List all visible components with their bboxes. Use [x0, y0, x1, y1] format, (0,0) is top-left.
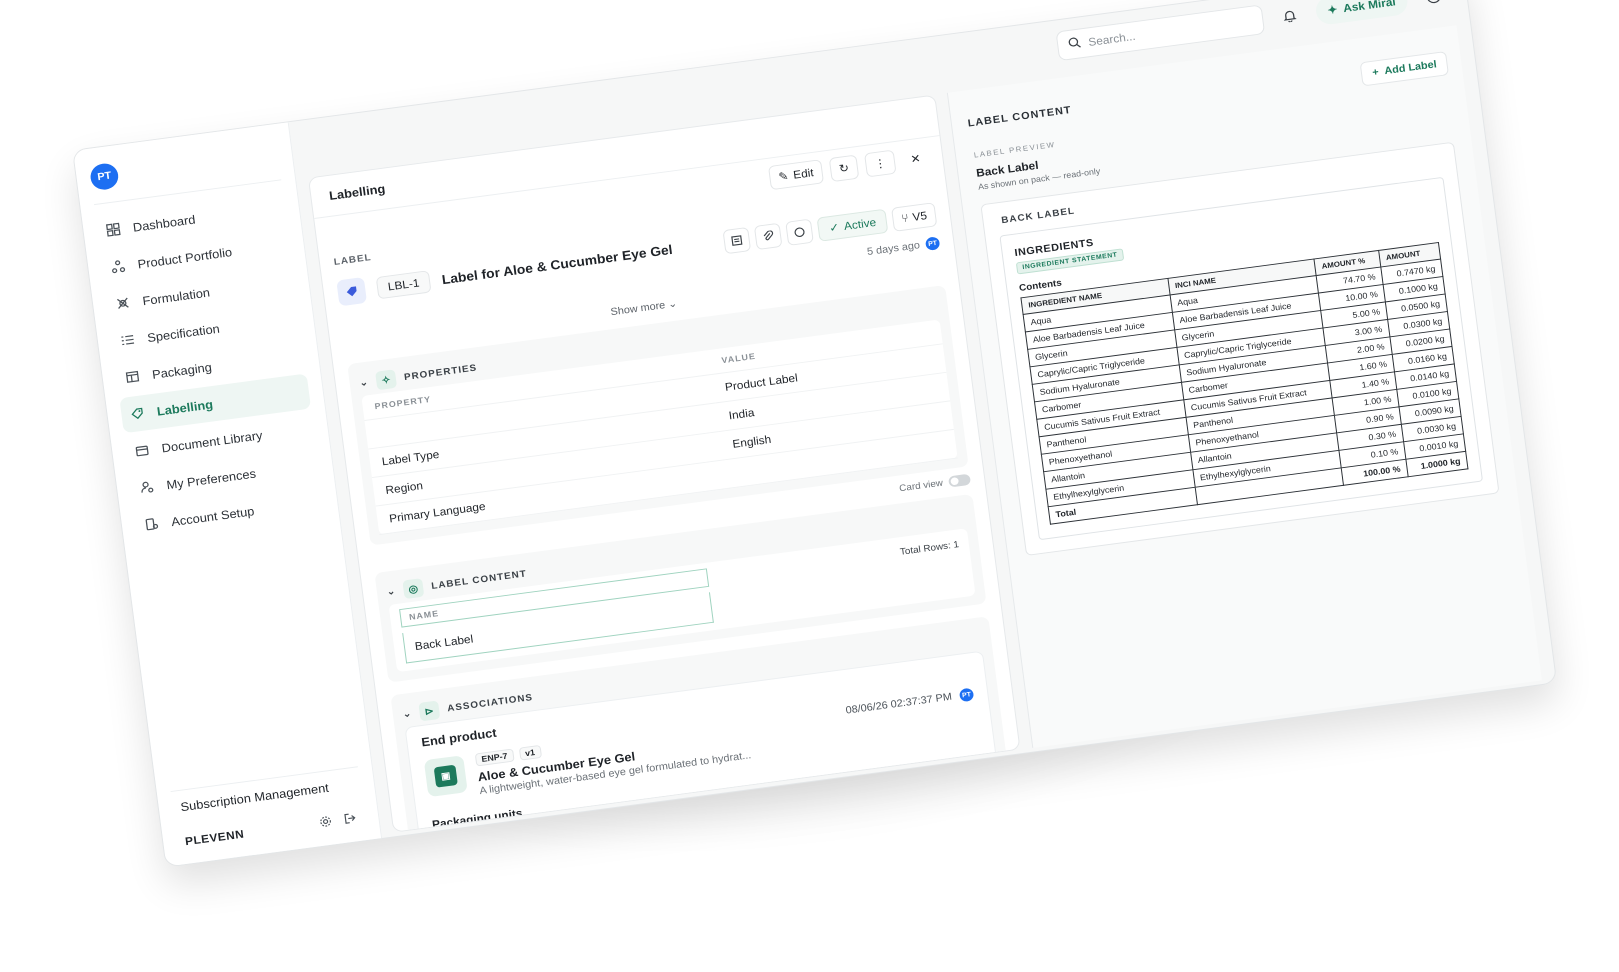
- panel-content: LABEL LBL-1 Label for Aloe & Cucumber Ey…: [333, 178, 1009, 833]
- document-icon[interactable]: [722, 226, 752, 255]
- version-button[interactable]: ⑂ V5: [891, 202, 938, 232]
- refresh-icon: ↻: [838, 161, 850, 176]
- user-settings-icon: [138, 479, 156, 496]
- search-icon: [1067, 36, 1082, 52]
- updated-by-avatar: PT: [924, 236, 941, 251]
- sparkle-icon: ✦: [1326, 2, 1339, 18]
- content-icon: ◎: [402, 578, 425, 600]
- label-preview-box: BACK LABEL INGREDIENTS INGREDIENT STATEM…: [980, 141, 1500, 556]
- ingredients-box: INGREDIENTS INGREDIENT STATEMENT Content…: [999, 176, 1484, 541]
- grid-icon: [105, 221, 123, 238]
- pencil-icon: ✎: [777, 169, 790, 184]
- right-panel-title: LABEL CONTENT: [967, 104, 1073, 130]
- chevron-down-icon: ⌄: [667, 298, 678, 311]
- search-placeholder: Search...: [1087, 29, 1137, 49]
- owner-avatar: PT: [958, 687, 975, 703]
- plus-icon: +: [1371, 66, 1380, 79]
- stage: PT Dashboard Product Portfolio Formulati…: [0, 0, 1619, 972]
- end-product-body: ENP-7 v1 Aloe & Cucumber Eye Gel A light…: [474, 706, 839, 797]
- sidebar-item-label: My Preferences: [165, 465, 257, 492]
- labelling-panel: Labelling ✎ Edit ↻ ⋮ ✕ LABEL LBL-1 Label…: [307, 94, 1021, 833]
- sidebar-item-label: Formulation: [141, 284, 211, 308]
- user-avatar[interactable]: PT: [88, 161, 120, 192]
- properties-title: PROPERTIES: [403, 362, 478, 383]
- check-icon: ✓: [828, 220, 840, 235]
- end-product-id: ENP-7: [474, 748, 515, 767]
- end-product-version: v1: [518, 744, 542, 761]
- sidebar-item-label: Account Setup: [170, 503, 256, 529]
- sidebar-item-label: Dashboard: [132, 211, 197, 234]
- branch-icon: ⑂: [900, 211, 910, 226]
- close-button[interactable]: ✕: [901, 145, 930, 172]
- refresh-button[interactable]: ↻: [828, 154, 860, 183]
- sidebar-footer: Subscription Management PLEVENN: [170, 766, 366, 850]
- box-icon: [124, 368, 142, 385]
- show-more-label: Show more: [609, 299, 666, 319]
- label-badge-icon: [336, 276, 368, 307]
- label-id-chip: LBL-1: [375, 270, 432, 300]
- close-icon: ✕: [909, 151, 922, 166]
- status-label: Active: [843, 215, 877, 233]
- add-label-text: Add Label: [1383, 58, 1438, 77]
- kebab-icon: ⋮: [873, 156, 887, 171]
- tag-icon: [129, 405, 147, 422]
- total-rows: Total Rows: 1: [899, 539, 960, 558]
- edit-button[interactable]: ✎ Edit: [768, 159, 824, 191]
- sidebar-item-label: Labelling: [156, 396, 214, 418]
- chevron-down-icon: ⌄: [386, 585, 397, 598]
- search-box[interactable]: Search...: [1055, 4, 1265, 62]
- sidebar-item-label: Product Portfolio: [136, 244, 233, 271]
- ask-mirai-button[interactable]: ✦ Ask Mirai: [1313, 0, 1410, 26]
- sidebar-item-label: Packaging: [151, 359, 213, 382]
- sidebar-item-label: Document Library: [160, 427, 264, 455]
- edit-label: Edit: [792, 165, 815, 182]
- logout-icon[interactable]: [343, 812, 358, 828]
- account-icon: [143, 516, 161, 533]
- wand-icon: ✧: [375, 369, 398, 391]
- link-icon: ⊳: [418, 700, 441, 722]
- end-product-date-row: 08/06/26 02:37:37 PM PT: [845, 687, 975, 718]
- folder-icon: [133, 442, 151, 459]
- settings-icon[interactable]: [318, 815, 333, 831]
- more-button[interactable]: ⋮: [863, 149, 897, 178]
- chevron-down-icon: ⌄: [358, 376, 370, 389]
- sidebar-item-label: Specification: [146, 321, 221, 345]
- paperclip-icon[interactable]: [754, 222, 783, 251]
- associations-title: ASSOCIATIONS: [446, 692, 534, 714]
- updated-time: 5 days ago: [866, 239, 921, 258]
- org-name: PLEVENN: [184, 827, 245, 849]
- list-icon: [119, 332, 137, 349]
- chevron-down-icon: ⌄: [402, 708, 413, 720]
- version-label: V5: [911, 208, 928, 224]
- org-actions: [318, 812, 357, 832]
- card-view-label: Card view: [898, 477, 944, 494]
- end-product-date: 08/06/26 02:37:37 PM: [845, 691, 953, 717]
- product-icon: ▣: [423, 755, 468, 798]
- ask-mirai-label: Ask Mirai: [1342, 0, 1397, 15]
- toggle-switch[interactable]: [948, 473, 972, 488]
- comment-icon[interactable]: [785, 218, 815, 246]
- bell-icon[interactable]: [1277, 4, 1301, 27]
- nodes-icon: [109, 258, 127, 275]
- label-content-panel: + Add Label LABEL CONTENT ✕ LABEL PREVIE…: [946, 25, 1542, 748]
- help-icon[interactable]: ?: [1422, 0, 1446, 8]
- status-badge[interactable]: ✓ Active: [816, 208, 889, 242]
- flask-icon: [114, 295, 132, 312]
